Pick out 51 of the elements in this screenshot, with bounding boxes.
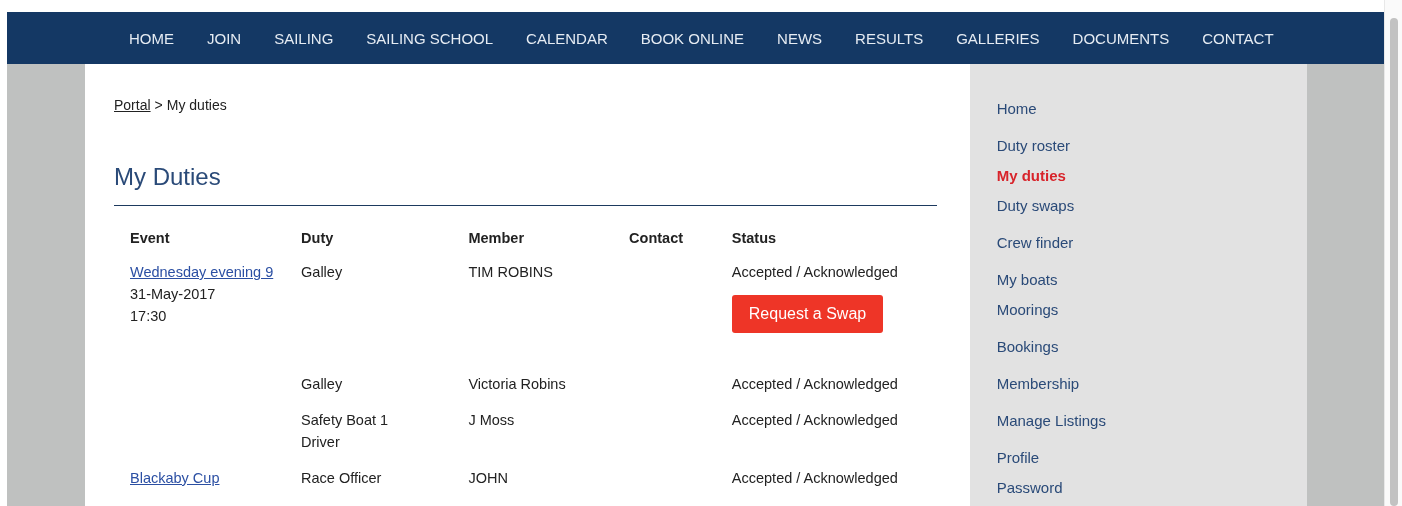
column-header: Duty bbox=[300, 229, 335, 248]
status-cell-text: Accepted / Acknowledged bbox=[731, 375, 899, 394]
column-header: Member bbox=[467, 229, 526, 248]
event-date: 31-May-2017 bbox=[130, 285, 217, 304]
request-swap-button[interactable]: Request a Swap bbox=[731, 295, 884, 333]
event-link[interactable]: Wednesday evening 9 bbox=[130, 261, 290, 283]
breadcrumb-current: My duties bbox=[166, 97, 227, 113]
nav-link[interactable]: BOOK ONLINE bbox=[640, 29, 745, 47]
sidebar-link[interactable]: Crew finder bbox=[996, 228, 1307, 258]
duty-cell-text: Race Officer bbox=[301, 469, 383, 488]
scrollbar[interactable] bbox=[1384, 0, 1402, 506]
breadcrumb-link[interactable]: Portal bbox=[114, 97, 151, 113]
sidebar-link[interactable]: Home bbox=[996, 94, 1307, 124]
nav-link[interactable]: RESULTS bbox=[855, 29, 924, 47]
sidebar-link[interactable]: Duty roster bbox=[996, 131, 1307, 161]
nav-link[interactable]: HOME bbox=[129, 29, 174, 47]
nav-link[interactable]: NEWS bbox=[777, 29, 823, 47]
duty-cell-text: Safety Boat 1 Driver bbox=[301, 411, 390, 452]
sidebar-link[interactable]: My boats bbox=[996, 265, 1307, 295]
sidebar-link[interactable]: Password bbox=[996, 473, 1307, 503]
column-header: Event bbox=[129, 229, 171, 248]
column-header: Contact bbox=[628, 229, 685, 248]
sidebar-link[interactable]: Manage Listings bbox=[996, 406, 1307, 436]
status-cell-text: Accepted / Acknowledged bbox=[731, 411, 899, 430]
sidebar-link[interactable]: Bookings bbox=[996, 332, 1307, 362]
sidebar-link[interactable]: Moorings bbox=[996, 295, 1307, 325]
duty-cell-text: Galley bbox=[301, 263, 344, 282]
status-cell-text: Accepted / Acknowledged bbox=[731, 469, 899, 488]
breadcrumb-separator: > bbox=[154, 97, 163, 113]
page-heading: My Duties bbox=[114, 163, 937, 206]
duty-cell-text: Galley bbox=[301, 375, 344, 394]
nav-link[interactable]: CONTACT bbox=[1202, 29, 1274, 47]
nav-link[interactable]: SAILING SCHOOL bbox=[366, 29, 494, 47]
nav-link[interactable]: DOCUMENTS bbox=[1072, 29, 1170, 47]
scrollbar-thumb[interactable] bbox=[1389, 18, 1398, 506]
status-cell-text: Accepted / Acknowledged bbox=[731, 263, 899, 282]
nav-link[interactable]: SAILING bbox=[274, 29, 334, 47]
member-cell: Victoria Robins bbox=[468, 376, 566, 392]
nav-link[interactable]: JOIN bbox=[207, 29, 242, 47]
nav-link[interactable]: GALLERIES bbox=[956, 29, 1040, 47]
member-cell: JOHN bbox=[468, 470, 508, 486]
sidebar-link[interactable]: Membership bbox=[996, 369, 1307, 399]
sidebar-link[interactable]: My duties bbox=[996, 161, 1307, 191]
sidebar-link[interactable]: Profile bbox=[996, 443, 1307, 473]
event-link[interactable]: Blackaby Cup bbox=[130, 467, 290, 489]
member-cell: TIM ROBINS bbox=[468, 264, 553, 280]
column-header: Status bbox=[730, 229, 778, 248]
member-cell: J Moss bbox=[468, 412, 515, 428]
event-time: 17:30 bbox=[130, 307, 168, 326]
sidebar-link[interactable]: Duty swaps bbox=[996, 191, 1307, 221]
nav-link[interactable]: CALENDAR bbox=[526, 29, 608, 47]
